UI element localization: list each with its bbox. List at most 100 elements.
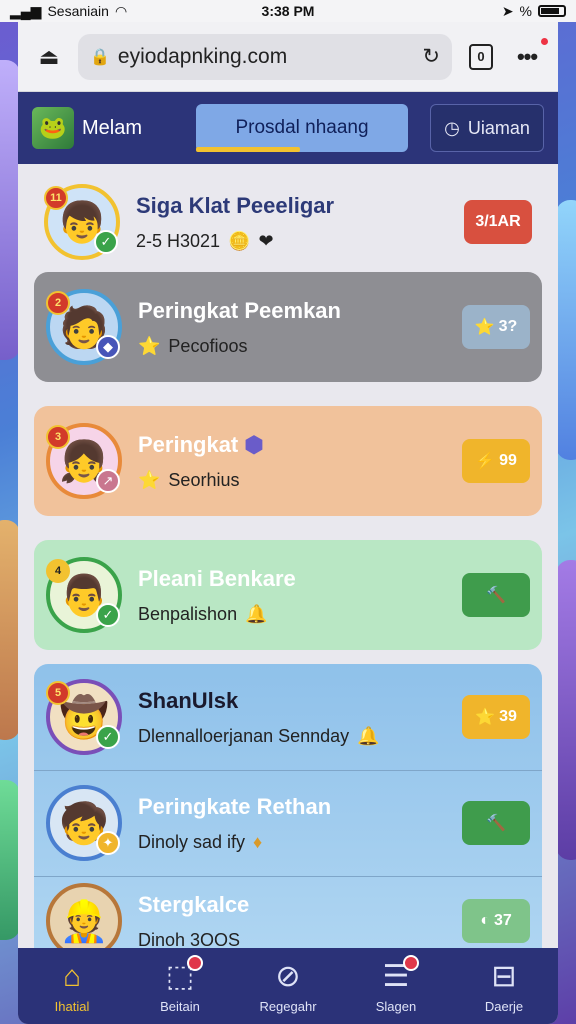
compass-icon: ⊘ bbox=[275, 959, 301, 993]
player-sub: Benpalishon bbox=[138, 603, 238, 624]
player-sub: 2-5 H3021 bbox=[136, 230, 221, 251]
player-sub: Dinoh 3OOS bbox=[138, 929, 241, 949]
score-value: 99 bbox=[499, 452, 517, 469]
player-name: ShanUlsk bbox=[138, 687, 239, 713]
signal-icon: ▂▄▆ bbox=[10, 2, 42, 19]
url-text: eyiodapnking.com bbox=[117, 44, 288, 68]
nav-item-4[interactable]: ☰ Slagen bbox=[351, 954, 441, 1014]
hammer-icon: 🔨 bbox=[486, 815, 506, 832]
avatar: 🧑 2 ◆ bbox=[46, 289, 122, 365]
leaderboard-list: 👦 11 ✓ Siga Klat Peeeligar 2-5 H3021 🪙 ❤ 3/… bbox=[18, 164, 558, 948]
notification-badge bbox=[403, 954, 419, 971]
action-button[interactable]: 🔨 bbox=[462, 573, 530, 617]
nav-label: Beitain bbox=[160, 998, 200, 1014]
status-time: 3:38 PM bbox=[261, 3, 315, 19]
browser-toolbar: ⏏ 🔒 eyiodapnking.com ↻ 0 ••• bbox=[18, 22, 558, 92]
brand-tab[interactable]: 🐸 Melam bbox=[32, 107, 182, 149]
gem-icon: ◐ bbox=[480, 912, 490, 929]
avatar: 👨 4 ✓ bbox=[46, 557, 122, 633]
player-sub: Dlennalloerjanan Sennday bbox=[138, 725, 350, 746]
brand-label: Melam bbox=[82, 116, 143, 139]
list-item[interactable]: 🧒 ✦ Peringkate Rethan Dinoly sad ify ♦ 🔨 bbox=[34, 770, 542, 876]
pin-icon: ♦ bbox=[253, 831, 263, 852]
shield-icon: ◆ bbox=[96, 335, 120, 359]
lock-icon: 🔒 bbox=[90, 48, 110, 66]
tab-active[interactable]: Prosdal nhaang bbox=[196, 104, 408, 152]
tabs-button[interactable]: 0 bbox=[464, 40, 498, 74]
bell-icon: 🔔 bbox=[357, 725, 380, 746]
location-icon: ➤ bbox=[501, 2, 514, 19]
rank-badge: 11 bbox=[44, 186, 68, 210]
list-item[interactable]: 👨 4 ✓ Pleani Benkare Benpalishon 🔔 🔨 bbox=[34, 540, 542, 650]
bottom-nav: ⌂ Ihatial ⬚ Beitain ⊘ Regegahr ☰ Slagen … bbox=[18, 948, 558, 1024]
avatar: 👷 bbox=[46, 883, 122, 948]
address-bar[interactable]: 🔒 eyiodapnking.com ↻ bbox=[78, 33, 452, 80]
star-icon: ⭐ bbox=[474, 319, 495, 336]
list-item[interactable]: 🧑 2 ◆ Peringkat Peemkan ⭐ Pecofioos ⭐ 3? bbox=[34, 272, 542, 382]
score-pill[interactable]: ⭐ 39 bbox=[462, 695, 530, 739]
check-icon: ✓ bbox=[96, 725, 120, 749]
gift-icon: ⊟ bbox=[491, 959, 517, 993]
list-item[interactable]: 👧 3 ↗ Peringkat ⬢ ⭐ Seorhius ⚡ 99 bbox=[34, 406, 542, 516]
check-icon: ✓ bbox=[94, 230, 118, 254]
tab-right[interactable]: ◷ Uiaman bbox=[430, 104, 544, 152]
list-item[interactable]: 🤠 5 ✓ ShanUlsk Dlennalloerjanan Sennday 🔔 … bbox=[34, 664, 542, 770]
star-icon: ⭐ bbox=[138, 335, 161, 356]
more-options-icon[interactable]: ••• bbox=[510, 37, 548, 74]
player-name: Peringkate Rethan bbox=[138, 793, 332, 819]
score-pill[interactable]: ◐ 37 bbox=[462, 899, 530, 943]
score-pill[interactable]: ⚡ 99 bbox=[462, 439, 530, 483]
list-item[interactable]: 👦 11 ✓ Siga Klat Peeeligar 2-5 H3021 🪙 ❤ 3/… bbox=[18, 172, 558, 272]
reload-icon[interactable]: ↻ bbox=[422, 44, 440, 69]
player-sub: Pecofioos bbox=[168, 335, 248, 356]
player-name: Peringkat ⬢ bbox=[138, 432, 462, 458]
carrier-label: Sesaniain bbox=[47, 3, 109, 19]
rank-badge: 4 bbox=[46, 559, 70, 583]
rank-badge: 3 bbox=[46, 425, 70, 449]
heart-icon: ❤ bbox=[258, 230, 274, 251]
score-value: 3? bbox=[498, 318, 518, 335]
background-decor bbox=[0, 60, 20, 360]
battery-percent: % bbox=[519, 3, 532, 19]
top-nav: 🐸 Melam Prosdal nhaang ◷ Uiaman bbox=[18, 92, 558, 164]
nav-label: Daerje bbox=[484, 998, 524, 1014]
avatar: 🤠 5 ✓ bbox=[46, 679, 122, 755]
background-decor bbox=[556, 560, 576, 860]
home-icon: ⌂ bbox=[62, 959, 82, 993]
action-button[interactable]: 🔨 bbox=[462, 801, 530, 845]
nav-label: Slagen bbox=[375, 998, 417, 1014]
avatar: 👦 11 ✓ bbox=[44, 184, 120, 260]
score-pill[interactable]: 3/1AR bbox=[464, 200, 532, 244]
nav-label: Ihatial bbox=[54, 998, 90, 1014]
nav-item-3[interactable]: ⊘ Regegahr bbox=[243, 959, 333, 1014]
rank-badge: 2 bbox=[46, 291, 70, 315]
player-name: Stergkalce bbox=[138, 891, 250, 917]
player-sub: Seorhius bbox=[168, 469, 240, 490]
bolt-icon: ⚡ bbox=[475, 453, 496, 470]
avatar: 👧 3 ↗ bbox=[46, 423, 122, 499]
tab-count: 0 bbox=[469, 43, 493, 70]
brand-logo-icon: 🐸 bbox=[32, 107, 74, 149]
nav-item-2[interactable]: ⬚ Beitain bbox=[135, 954, 225, 1014]
status-bar: ▂▄▆ Sesaniain ◠ 3:38 PM ➤ % bbox=[0, 0, 576, 22]
nav-label: Regegahr bbox=[259, 998, 317, 1014]
app-window: ⏏ 🔒 eyiodapnking.com ↻ 0 ••• 🐸 Melam Pro… bbox=[18, 22, 558, 1024]
player-sub: Dinoly sad ify bbox=[138, 831, 246, 852]
list-item[interactable]: 👷 Stergkalce Dinoh 3OOS ◐ 37 bbox=[34, 876, 542, 948]
background-decor bbox=[556, 200, 576, 460]
coin-icon: 🪙 bbox=[228, 230, 251, 251]
tab-right-label: Uiaman bbox=[467, 117, 530, 138]
menu-icon[interactable]: ⏏ bbox=[32, 40, 66, 74]
nav-home[interactable]: ⌂ Ihatial bbox=[27, 959, 117, 1014]
hammer-icon: 🔨 bbox=[486, 587, 506, 604]
avatar: 🧒 ✦ bbox=[46, 785, 122, 861]
player-name: Peringkat Peemkan bbox=[138, 297, 341, 323]
medal-icon: ✦ bbox=[96, 831, 120, 855]
notification-dot bbox=[541, 37, 548, 45]
score-pill[interactable]: ⭐ 3? bbox=[462, 305, 530, 349]
nav-item-5[interactable]: ⊟ Daerje bbox=[459, 959, 549, 1014]
bell-icon: 🔔 bbox=[245, 603, 268, 624]
score-value: 37 bbox=[493, 912, 512, 929]
clock-icon: ◷ bbox=[444, 117, 460, 138]
score-value: 39 bbox=[499, 708, 517, 725]
